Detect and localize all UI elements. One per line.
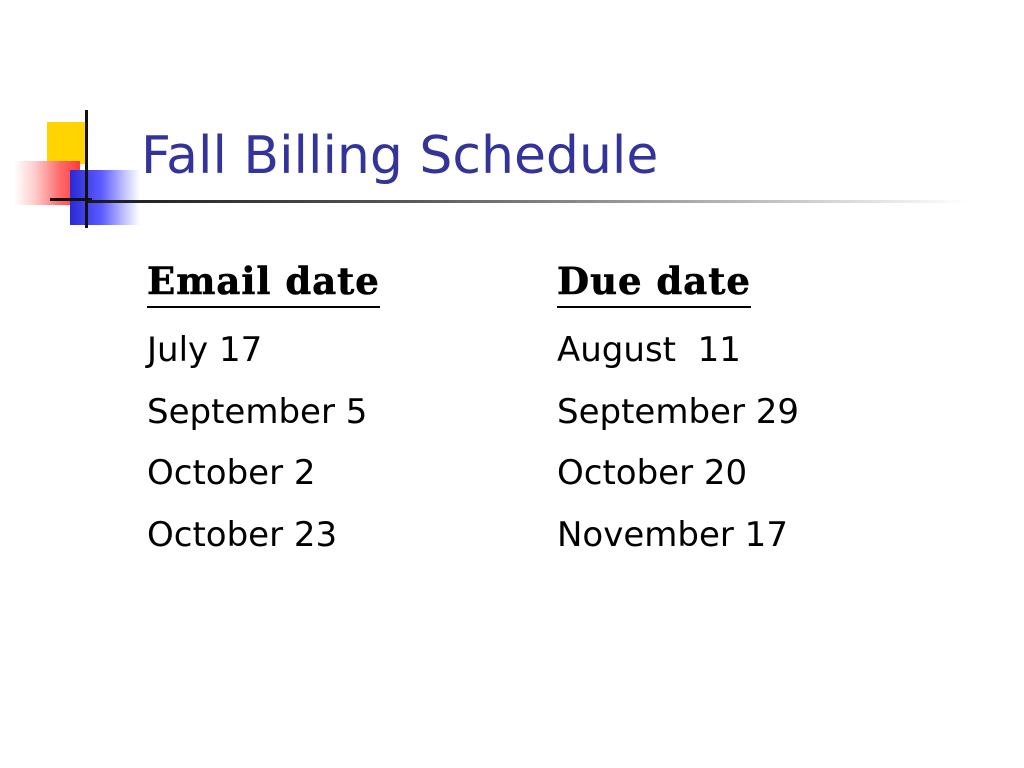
email-date-header: Email date <box>147 256 380 308</box>
email-date-column: Email date July 17 September 5 October 2… <box>147 256 380 566</box>
email-date-item: October 23 <box>147 514 338 555</box>
decorative-yellow-square <box>47 122 87 164</box>
due-date-item: September 29 <box>557 391 800 432</box>
email-date-item: October 2 <box>147 453 316 493</box>
decorative-horizontal-line <box>50 198 92 201</box>
title-underline-rule <box>88 200 968 203</box>
due-date-header: Due date <box>557 256 751 308</box>
email-date-item: July 17 <box>147 330 263 370</box>
slide-title: Fall Billing Schedule <box>141 126 659 186</box>
due-date-item: October 20 <box>557 453 748 493</box>
due-date-column: Due date August 11 September 29 October … <box>557 256 799 566</box>
due-date-item: August 11 <box>557 330 741 370</box>
decorative-vertical-line <box>85 110 88 228</box>
email-date-item: September 5 <box>147 391 368 432</box>
slide: Fall Billing Schedule Email date July 17… <box>0 0 1024 768</box>
due-date-item: November 17 <box>557 514 788 555</box>
email-date-list: July 17 September 5 October 2 October 23 <box>147 320 380 566</box>
due-date-list: August 11 September 29 October 20 Novemb… <box>557 320 799 566</box>
